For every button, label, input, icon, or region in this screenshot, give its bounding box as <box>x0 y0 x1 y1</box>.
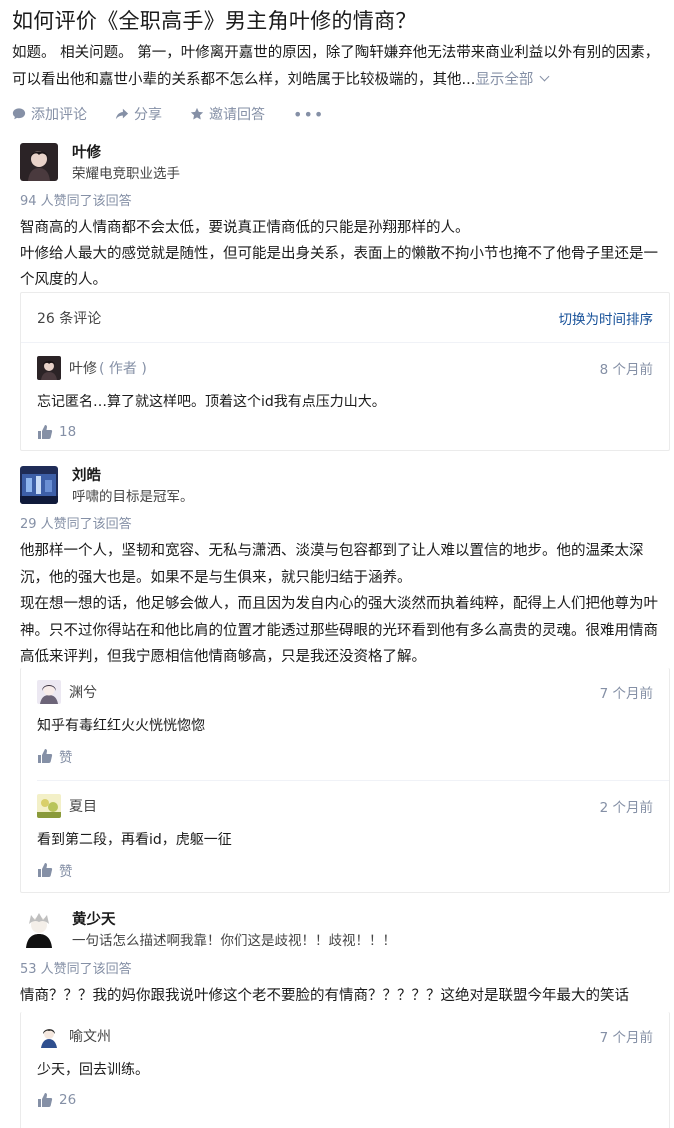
author-bio: 一句话怎么描述啊我靠！你们这是歧视！！歧视！！！ <box>72 933 396 949</box>
answer-paragraph: 叶修给人最大的感觉就是随性，但可能是出身关系，表面上的懒散不拘小节也掩不了他骨子… <box>20 246 658 288</box>
share-icon <box>115 108 129 120</box>
comment-time: 2 个月前 <box>599 800 653 816</box>
comment-time: 8 个月前 <box>599 362 653 378</box>
avatar[interactable] <box>37 794 61 818</box>
question-detail-text: 如题。 相关问题。 第一，叶修离开嘉世的原因，除了陶轩嫌弃他无法带来商业利益以外… <box>12 45 660 88</box>
answer-author-header: 黄少天 一句话怎么描述啊我靠！你们这是歧视！！歧视！！！ <box>20 910 396 952</box>
comment-count: 26 条评论 <box>37 310 102 327</box>
avatar[interactable] <box>37 1024 61 1048</box>
answer-paragraph: 智商高的人情商都不会太低，要说真正情商低的只能是孙翔那样的人。 <box>20 220 470 236</box>
answer-content: 情商？？？我的妈你跟我说叶修这个老不要脸的有情商？？？？？这绝对是联盟今年最大的… <box>20 983 670 1009</box>
thumbs-up-icon <box>38 425 53 439</box>
avatar[interactable] <box>37 680 61 704</box>
author-name[interactable]: 叶修 <box>72 143 180 163</box>
thumbs-up-icon <box>38 863 53 877</box>
comment-bubble-icon <box>12 108 26 120</box>
author-bio: 呼啸的目标是冠军。 <box>72 489 194 505</box>
comment-box: 喻文州 7 个月前 少天，回去训练。 26 <box>20 1012 670 1128</box>
answer-paragraph: 他那样一个人，坚韧和宽容、无私与潇洒、淡漠与包容都到了让人难以置信的地步。他的温… <box>20 543 644 586</box>
comment-text: 看到第二段，再看id，虎躯一征 <box>37 832 232 848</box>
question-detail: 如题。 相关问题。 第一，叶修离开嘉世的原因，除了陶轩嫌弃他无法带来商业利益以外… <box>12 40 662 94</box>
vote-count: 94 人赞同了该回答 <box>20 194 132 209</box>
like-button[interactable]: 赞 <box>37 746 653 766</box>
share-button[interactable]: 分享 <box>115 104 162 124</box>
comment-text: 忘记匿名…算了就这样吧。顶着这个id我有点压力山大。 <box>37 394 386 410</box>
like-button[interactable]: 26 <box>37 1090 653 1110</box>
author-name[interactable]: 黄少天 <box>72 910 396 930</box>
author-bio: 荣耀电竞职业选手 <box>72 166 180 182</box>
comment-box: 26 条评论 切换为时间排序 叶修( 作者 ) 8 个月前 忘记匿名…算了就这样… <box>20 292 670 451</box>
sort-by-time-button[interactable]: 切换为时间排序 <box>559 308 654 328</box>
question-title: 如何评价《全职高手》男主角叶修的情商？ <box>12 9 417 33</box>
answer-author-header: 刘皓 呼啸的目标是冠军。 <box>20 466 194 508</box>
answer-paragraph: 情商？？？我的妈你跟我说叶修这个老不要脸的有情商？？？？？这绝对是联盟今年最大的… <box>20 988 629 1004</box>
avatar[interactable] <box>20 466 58 504</box>
comment-item: 夏目 2 个月前 看到第二段，再看id，虎躯一征 赞 <box>37 792 653 880</box>
thumbs-up-icon <box>38 749 53 763</box>
commenter-name[interactable]: 渊兮 <box>69 682 97 702</box>
commenter-name[interactable]: 喻文州 <box>69 1026 111 1046</box>
comment-text: 少天，回去训练。 <box>37 1062 149 1078</box>
thumbs-up-icon <box>38 1093 53 1107</box>
comment-box: 渊兮 7 个月前 知乎有毒红红火火恍恍惚惚 赞 夏目 2 个月前 看到第二段，再… <box>20 668 670 893</box>
vote-count: 29 人赞同了该回答 <box>20 517 132 532</box>
answer-content: 智商高的人情商都不会太低，要说真正情商低的只能是孙翔那样的人。 叶修给人最大的感… <box>20 215 670 293</box>
commenter-name[interactable]: 叶修( 作者 ) <box>69 358 147 378</box>
answer-content: 他那样一个人，坚韧和宽容、无私与潇洒、淡漠与包容都到了让人难以置信的地步。他的温… <box>20 538 670 671</box>
avatar[interactable] <box>20 143 58 181</box>
answer-paragraph: 现在想一想的话，他足够会做人，而且因为发自内心的强大淡然而执着纯粹，配得上人们把… <box>20 596 658 665</box>
chevron-down-icon <box>539 71 550 82</box>
comment-time: 7 个月前 <box>599 1030 653 1046</box>
invite-answer-button[interactable]: 邀请回答 <box>190 104 265 124</box>
comment-divider <box>37 780 669 781</box>
comment-item: 渊兮 7 个月前 知乎有毒红红火火恍恍惚惚 赞 <box>37 678 653 766</box>
author-name[interactable]: 刘皓 <box>72 466 194 486</box>
add-comment-button[interactable]: 添加评论 <box>12 104 87 124</box>
like-button[interactable]: 赞 <box>37 860 653 880</box>
more-options-button[interactable]: ••• <box>293 105 324 124</box>
star-icon <box>190 107 204 120</box>
avatar[interactable] <box>20 910 58 948</box>
like-button[interactable]: 18 <box>37 422 653 442</box>
show-all-link[interactable]: 显示全部 <box>475 71 550 88</box>
commenter-name[interactable]: 夏目 <box>69 796 97 816</box>
comment-text: 知乎有毒红红火火恍恍惚惚 <box>37 718 205 734</box>
answer-author-header: 叶修 荣耀电竞职业选手 <box>20 143 180 185</box>
comment-item: 叶修( 作者 ) 8 个月前 忘记匿名…算了就这样吧。顶着这个id我有点压力山大… <box>37 354 653 442</box>
author-tag: ( 作者 ) <box>99 361 147 377</box>
comment-time: 7 个月前 <box>599 686 653 702</box>
vote-count: 53 人赞同了该回答 <box>20 962 132 977</box>
avatar[interactable] <box>37 356 61 380</box>
comment-item: 喻文州 7 个月前 少天，回去训练。 26 <box>37 1022 653 1110</box>
question-actions: 添加评论 分享 邀请回答 ••• <box>12 102 352 126</box>
